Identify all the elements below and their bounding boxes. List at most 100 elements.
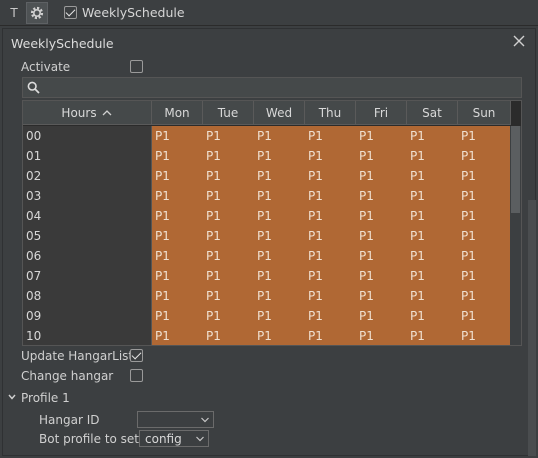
- schedule-cell[interactable]: P1: [356, 186, 407, 206]
- table-row[interactable]: 06 P1 P1 P1 P1 P1 P1 P1: [23, 246, 511, 266]
- table-row[interactable]: 01 P1 P1 P1 P1 P1 P1 P1: [23, 146, 511, 166]
- chevron-down-icon[interactable]: [7, 392, 17, 402]
- schedule-cell[interactable]: P1: [254, 186, 305, 206]
- schedule-cell[interactable]: P1: [254, 226, 305, 246]
- activate-checkbox[interactable]: [130, 60, 143, 73]
- schedule-cell[interactable]: P1: [305, 266, 356, 286]
- schedule-cell[interactable]: P1: [407, 246, 458, 266]
- day-header-sun[interactable]: Sun: [458, 101, 511, 125]
- panel-scrollbar[interactable]: [528, 200, 536, 456]
- day-header-fri[interactable]: Fri: [356, 101, 407, 125]
- schedule-cell[interactable]: P1: [254, 286, 305, 306]
- schedule-cell[interactable]: P1: [356, 146, 407, 166]
- table-scrollbar-thumb[interactable]: [511, 126, 520, 213]
- schedule-cell[interactable]: P1: [356, 266, 407, 286]
- table-row[interactable]: 10 P1 P1 P1 P1 P1 P1 P1: [23, 326, 511, 345]
- schedule-cell[interactable]: P1: [305, 246, 356, 266]
- settings-button[interactable]: [26, 2, 48, 24]
- table-row[interactable]: 07 P1 P1 P1 P1 P1 P1 P1: [23, 266, 511, 286]
- schedule-cell[interactable]: P1: [407, 286, 458, 306]
- day-header-sat[interactable]: Sat: [407, 101, 458, 125]
- schedule-cell[interactable]: P1: [458, 146, 511, 166]
- day-header-thu[interactable]: Thu: [305, 101, 356, 125]
- table-row[interactable]: 03 P1 P1 P1 P1 P1 P1 P1: [23, 186, 511, 206]
- schedule-cell[interactable]: P1: [152, 306, 203, 326]
- schedule-cell[interactable]: P1: [254, 206, 305, 226]
- schedule-cell[interactable]: P1: [407, 266, 458, 286]
- bot-profile-select[interactable]: config: [139, 430, 209, 447]
- schedule-cell[interactable]: P1: [356, 166, 407, 186]
- update-hangarlist-checkbox[interactable]: [130, 349, 143, 362]
- schedule-cell[interactable]: P1: [407, 126, 458, 146]
- schedule-cell[interactable]: P1: [254, 126, 305, 146]
- schedule-cell[interactable]: P1: [305, 126, 356, 146]
- schedule-cell[interactable]: P1: [356, 306, 407, 326]
- schedule-cell[interactable]: P1: [458, 266, 511, 286]
- schedule-cell[interactable]: P1: [152, 246, 203, 266]
- schedule-cell[interactable]: P1: [152, 206, 203, 226]
- schedule-cell[interactable]: P1: [305, 146, 356, 166]
- schedule-cell[interactable]: P1: [152, 226, 203, 246]
- schedule-cell[interactable]: P1: [407, 186, 458, 206]
- schedule-cell[interactable]: P1: [356, 246, 407, 266]
- close-button[interactable]: [511, 33, 527, 49]
- day-header-tue[interactable]: Tue: [203, 101, 254, 125]
- schedule-cell[interactable]: P1: [152, 326, 203, 345]
- schedule-cell[interactable]: P1: [203, 266, 254, 286]
- weeklyschedule-toggle[interactable]: WeeklySchedule: [64, 5, 185, 20]
- schedule-cell[interactable]: P1: [356, 286, 407, 306]
- schedule-cell[interactable]: P1: [152, 286, 203, 306]
- schedule-cell[interactable]: P1: [305, 206, 356, 226]
- schedule-cell[interactable]: P1: [458, 166, 511, 186]
- table-row[interactable]: 00 P1 P1 P1 P1 P1 P1 P1: [23, 126, 511, 146]
- schedule-cell[interactable]: P1: [458, 186, 511, 206]
- schedule-cell[interactable]: P1: [203, 186, 254, 206]
- weeklyschedule-checkbox[interactable]: [64, 6, 77, 19]
- table-row[interactable]: 05 P1 P1 P1 P1 P1 P1 P1: [23, 226, 511, 246]
- table-row[interactable]: 08 P1 P1 P1 P1 P1 P1 P1: [23, 286, 511, 306]
- table-row[interactable]: 09 P1 P1 P1 P1 P1 P1 P1: [23, 306, 511, 326]
- schedule-cell[interactable]: P1: [152, 166, 203, 186]
- schedule-cell[interactable]: P1: [305, 226, 356, 246]
- schedule-cell[interactable]: P1: [203, 146, 254, 166]
- change-hangar-checkbox[interactable]: [130, 369, 143, 382]
- schedule-cell[interactable]: P1: [203, 226, 254, 246]
- schedule-cell[interactable]: P1: [458, 246, 511, 266]
- schedule-cell[interactable]: P1: [305, 306, 356, 326]
- schedule-cell[interactable]: P1: [458, 306, 511, 326]
- schedule-cell[interactable]: P1: [152, 146, 203, 166]
- schedule-cell[interactable]: P1: [203, 166, 254, 186]
- schedule-cell[interactable]: P1: [305, 186, 356, 206]
- schedule-cell[interactable]: P1: [203, 126, 254, 146]
- profile-section-label[interactable]: Profile 1: [21, 391, 70, 405]
- schedule-cell[interactable]: P1: [407, 146, 458, 166]
- schedule-cell[interactable]: P1: [203, 306, 254, 326]
- table-scrollbar[interactable]: [510, 126, 521, 345]
- schedule-cell[interactable]: P1: [356, 326, 407, 345]
- schedule-cell[interactable]: P1: [407, 226, 458, 246]
- schedule-cell[interactable]: P1: [203, 206, 254, 226]
- search-input[interactable]: [22, 77, 522, 98]
- schedule-cell[interactable]: P1: [203, 246, 254, 266]
- day-header-wed[interactable]: Wed: [254, 101, 305, 125]
- table-row[interactable]: 02 P1 P1 P1 P1 P1 P1 P1: [23, 166, 511, 186]
- schedule-cell[interactable]: P1: [152, 126, 203, 146]
- hours-column-header[interactable]: Hours: [23, 101, 152, 125]
- schedule-cell[interactable]: P1: [458, 126, 511, 146]
- schedule-cell[interactable]: P1: [356, 206, 407, 226]
- schedule-cell[interactable]: P1: [254, 246, 305, 266]
- schedule-cell[interactable]: P1: [458, 206, 511, 226]
- schedule-cell[interactable]: P1: [407, 206, 458, 226]
- schedule-cell[interactable]: P1: [407, 166, 458, 186]
- table-row[interactable]: 04 P1 P1 P1 P1 P1 P1 P1: [23, 206, 511, 226]
- day-header-mon[interactable]: Mon: [152, 101, 203, 125]
- schedule-cell[interactable]: P1: [203, 326, 254, 345]
- schedule-cell[interactable]: P1: [254, 266, 305, 286]
- schedule-cell[interactable]: P1: [254, 166, 305, 186]
- text-mode-button[interactable]: T: [3, 2, 25, 24]
- schedule-cell[interactable]: P1: [305, 166, 356, 186]
- schedule-cell[interactable]: P1: [305, 326, 356, 345]
- schedule-cell[interactable]: P1: [407, 326, 458, 345]
- schedule-cell[interactable]: P1: [203, 286, 254, 306]
- schedule-cell[interactable]: P1: [152, 266, 203, 286]
